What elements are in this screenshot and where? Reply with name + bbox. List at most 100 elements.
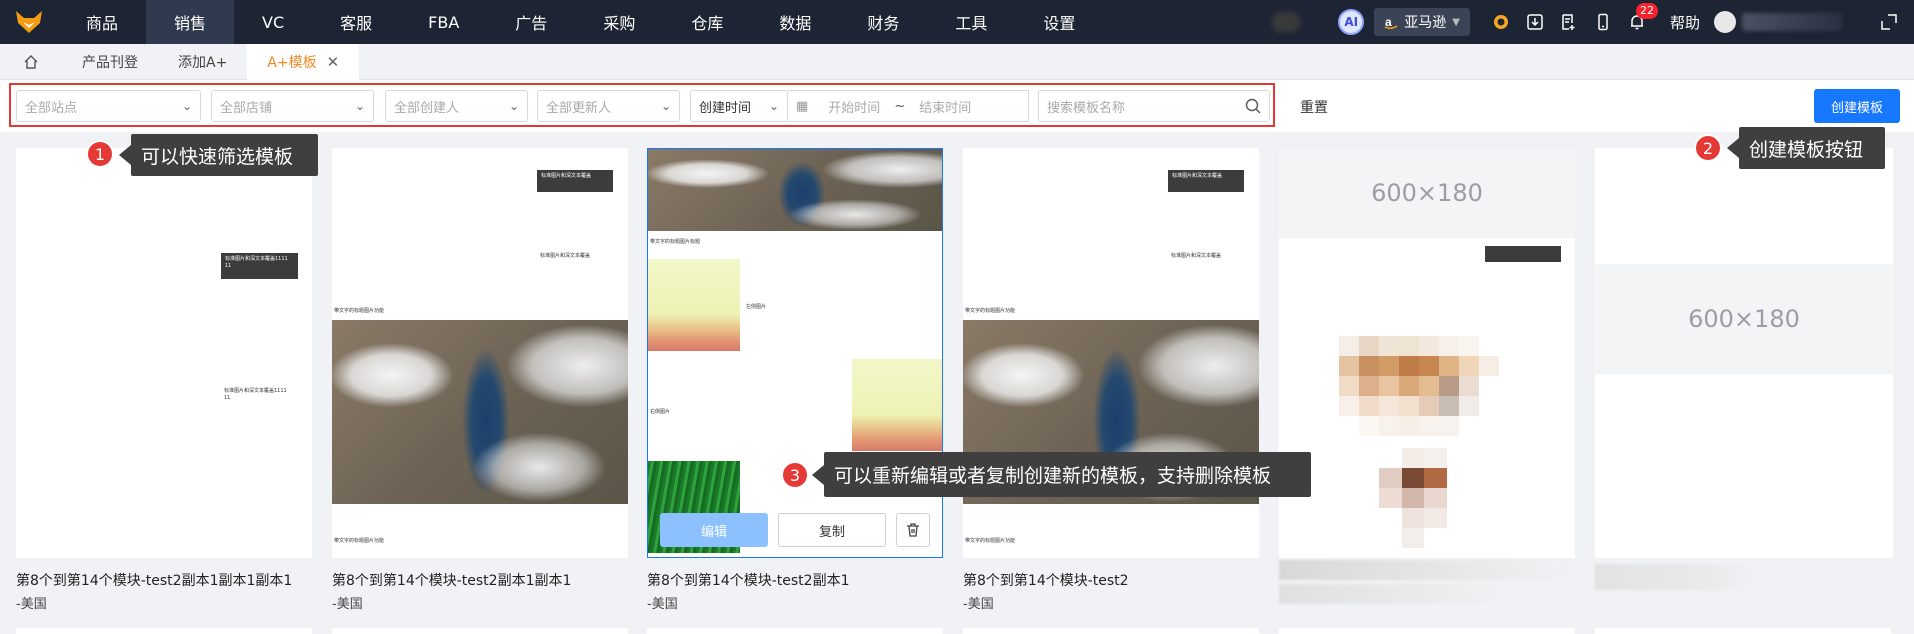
blurred-subtitle	[1279, 584, 1509, 604]
blurred-title	[1595, 564, 1755, 590]
search-input[interactable]: 搜索模板名称	[1038, 90, 1270, 122]
template-card[interactable]: 标准图片和深文本覆盖1111 11 标准图片和深文本覆盖1111 11	[16, 148, 312, 558]
avatar[interactable]	[1714, 11, 1736, 33]
create-template-button[interactable]: 创建模板	[1814, 89, 1900, 123]
creator-select-value: 全部创建人	[394, 100, 460, 116]
tab-label: A+模板	[267, 54, 317, 71]
orange-coin-icon[interactable]	[1490, 11, 1512, 33]
main-menu: 商品 销售 VC 客服 FBA 广告 采购 仓库 数据 财务 工具 设置	[58, 0, 1103, 44]
menu-item-purchase[interactable]: 采购	[575, 0, 663, 44]
end-date-input[interactable]: 结束时间	[919, 97, 971, 116]
chevron-down-icon: ⌄	[354, 99, 365, 113]
blurred-element	[1272, 12, 1300, 32]
time-type-value: 创建时间	[699, 100, 752, 116]
tab-aplus-template[interactable]: A+模板 ✕	[247, 43, 360, 80]
amazon-icon: a	[1384, 15, 1398, 29]
card-row-hint	[963, 628, 1259, 634]
sticky-notes-image	[648, 259, 740, 351]
menu-item-sales[interactable]: 销售	[146, 0, 235, 44]
text-block: 标准图片和深文本覆盖	[1171, 253, 1222, 259]
text-block: 标准图片和深文本覆盖	[537, 170, 613, 192]
card-title: 第8个到第14个模块-test2	[963, 573, 1129, 589]
blurred-username	[1742, 13, 1842, 31]
time-type-select[interactable]: 创建时间 ⌄	[690, 90, 788, 122]
sticky-notes-image	[852, 359, 942, 451]
logo[interactable]	[0, 0, 58, 44]
text-block: 带文字的标题图片功能	[965, 538, 1016, 544]
search-placeholder: 搜索模板名称	[1047, 100, 1126, 116]
copy-button[interactable]: 复制	[778, 513, 886, 547]
updater-select-value: 全部更新人	[546, 100, 612, 116]
add-document-icon[interactable]	[1558, 11, 1580, 33]
annotation-number: 1	[86, 140, 114, 168]
start-date-input[interactable]: 开始时间	[828, 97, 880, 116]
card-title: 第8个到第14个模块-test2副本1副本1	[332, 573, 572, 589]
text-block: 带文字的标题图片功能	[334, 308, 385, 314]
text-block: 右侧图片	[650, 409, 671, 415]
download-icon[interactable]	[1524, 11, 1546, 33]
reset-button[interactable]: 重置	[1300, 97, 1328, 117]
card-marketplace: -美国	[647, 597, 678, 612]
tab-label: 产品刊登	[82, 54, 138, 71]
text-block: 标准图片和深文本覆盖1111 11	[221, 253, 298, 279]
chevron-down-icon: ⌄	[660, 99, 671, 113]
date-separator: ~	[894, 98, 906, 114]
annotation-callout: 可以快速筛选模板	[119, 134, 318, 176]
card-row-hint	[1279, 628, 1575, 634]
menu-item-vc[interactable]: VC	[234, 0, 312, 44]
menu-item-data[interactable]: 数据	[751, 0, 839, 44]
chevron-down-icon: ⌄	[181, 99, 192, 113]
menu-item-settings[interactable]: 设置	[1015, 0, 1103, 44]
fullscreen-icon[interactable]	[1878, 11, 1900, 33]
ai-button[interactable]: AI	[1338, 9, 1365, 35]
tab-product-listing[interactable]: 产品刊登	[62, 44, 158, 80]
creator-select[interactable]: 全部创建人 ⌄	[385, 90, 528, 122]
template-card[interactable]: 600×180	[1595, 148, 1893, 558]
site-select-value: 全部站点	[25, 100, 78, 116]
help-link[interactable]: 帮助	[1670, 12, 1700, 33]
template-grid: 标准图片和深文本覆盖1111 11 标准图片和深文本覆盖1111 11 第8个到第1…	[0, 132, 1914, 634]
menu-item-tools[interactable]: 工具	[927, 0, 1015, 44]
home-tab[interactable]	[0, 44, 62, 80]
menu-item-ads[interactable]: 广告	[487, 0, 575, 44]
text-block: 标准图片和深文本覆盖	[1168, 170, 1244, 192]
blurred-title	[1279, 560, 1579, 580]
annotation-callout: 创建模板按钮	[1727, 127, 1885, 169]
annotation-callout: 可以重新编辑或者复制创建新的模板，支持删除模板	[812, 452, 1311, 497]
fox-logo-icon	[16, 11, 42, 33]
platform-selector[interactable]: a 亚马逊 ▼	[1374, 8, 1470, 36]
shop-select[interactable]: 全部店铺 ⌄	[211, 90, 374, 122]
menu-item-warehouse[interactable]: 仓库	[663, 0, 751, 44]
filter-bar: 全部站点 ⌄ 全部店铺 ⌄ 全部创建人 ⌄ 全部更新人 ⌄ 创建时间 ⌄ ▦ 开…	[0, 80, 1914, 132]
chevron-down-icon: ⌄	[508, 99, 519, 113]
platform-label: 亚马逊	[1404, 15, 1447, 31]
site-select[interactable]: 全部站点 ⌄	[16, 90, 201, 122]
card-marketplace: -美国	[963, 597, 994, 612]
edit-button[interactable]: 编辑	[660, 513, 768, 547]
calendar-icon: ▦	[796, 98, 809, 114]
text-block: 带文字的标题图片功能	[334, 538, 385, 544]
template-card[interactable]: 600×180	[1279, 148, 1575, 558]
chevron-down-icon: ⌄	[768, 99, 779, 113]
earth-image	[332, 320, 628, 504]
delete-button[interactable]	[896, 513, 930, 547]
tab-add-aplus[interactable]: 添加A+	[158, 44, 247, 80]
date-range-picker[interactable]: ▦ 开始时间 ~ 结束时间	[788, 90, 1029, 122]
bell-icon[interactable]: 22	[1626, 3, 1658, 33]
menu-item-products[interactable]: 商品	[58, 0, 146, 44]
search-icon	[1245, 98, 1261, 114]
mobile-icon[interactable]	[1592, 11, 1614, 33]
nav-right: AI a 亚马逊 ▼ 22 帮助	[1338, 0, 1914, 44]
updater-select[interactable]: 全部更新人 ⌄	[537, 90, 680, 122]
card-marketplace: -美国	[16, 597, 47, 612]
placeholder-image: 600×180	[1595, 264, 1893, 374]
menu-item-fba[interactable]: FBA	[400, 0, 487, 44]
earth-image	[648, 149, 942, 231]
close-icon[interactable]: ✕	[327, 53, 340, 71]
text-block	[1485, 246, 1561, 262]
template-card[interactable]: 标准图片和深文本覆盖 标准图片和深文本覆盖 带文字的标题图片功能 带文字的标题图…	[332, 148, 628, 558]
menu-item-service[interactable]: 客服	[312, 0, 400, 44]
menu-item-finance[interactable]: 财务	[839, 0, 927, 44]
text-block: 标准图片和深文本覆盖	[540, 253, 591, 259]
top-nav: 商品 销售 VC 客服 FBA 广告 采购 仓库 数据 财务 工具 设置 AI …	[0, 0, 1914, 44]
